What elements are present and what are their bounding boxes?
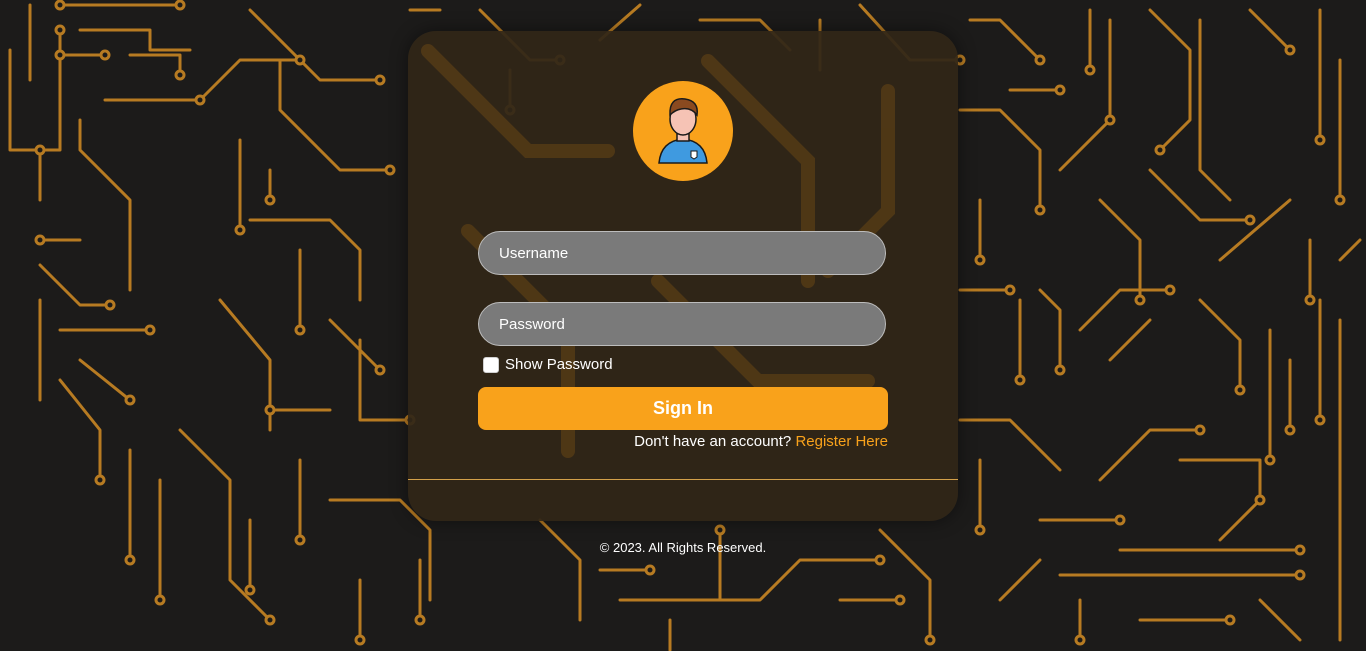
- register-prompt-text: Don't have an account?: [634, 433, 792, 450]
- register-link[interactable]: Register Here: [795, 433, 888, 450]
- register-prompt-row: Don't have an account? Register Here: [634, 433, 888, 450]
- username-input[interactable]: [478, 231, 886, 275]
- sign-in-button[interactable]: Sign In: [478, 387, 888, 430]
- user-avatar-icon: [633, 81, 733, 181]
- show-password-checkbox[interactable]: [483, 356, 499, 373]
- card-divider: [408, 479, 958, 480]
- password-input[interactable]: [478, 302, 886, 346]
- show-password-toggle[interactable]: Show Password: [483, 356, 613, 373]
- show-password-label: Show Password: [505, 356, 613, 373]
- footer-copyright: © 2023. All Rights Reserved.: [599, 540, 767, 555]
- login-card: Show Password Sign In Don't have an acco…: [408, 31, 958, 521]
